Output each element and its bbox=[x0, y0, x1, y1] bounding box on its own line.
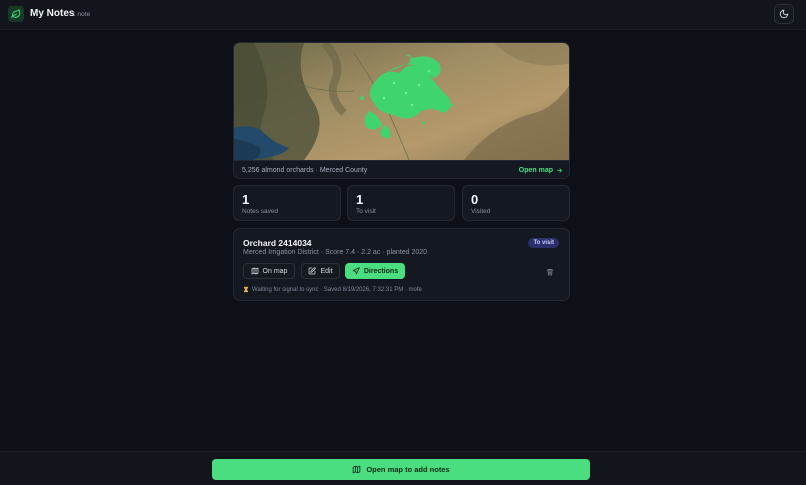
note-count: 1 note bbox=[72, 11, 91, 18]
stat-notes-saved: 1 Notes saved bbox=[233, 185, 341, 221]
navigation-icon bbox=[352, 267, 360, 275]
stat-value: 1 bbox=[356, 192, 364, 207]
stat-to-visit: 1 To visit bbox=[347, 185, 455, 221]
on-map-label: On map bbox=[262, 267, 288, 275]
note-meta: Merced Irrigation District · Score 7.4 ·… bbox=[243, 249, 428, 256]
open-map-label: Open map bbox=[518, 167, 553, 174]
delete-button[interactable] bbox=[545, 267, 555, 277]
map-icon bbox=[251, 267, 258, 275]
edit-label: Edit bbox=[320, 267, 333, 275]
on-map-button[interactable]: On map bbox=[243, 263, 295, 279]
page-title: My Notes bbox=[30, 8, 75, 19]
open-map-add-notes-label: Open map to add notes bbox=[366, 465, 450, 474]
edit-icon bbox=[309, 267, 317, 275]
arrow-right-icon bbox=[557, 168, 562, 173]
map-icon bbox=[353, 465, 361, 474]
leaf-icon bbox=[8, 6, 24, 22]
theme-toggle-button[interactable] bbox=[774, 4, 794, 24]
map-preview-card[interactable]: 5,256 almond orchards · Merced County Op… bbox=[233, 42, 570, 179]
moon-icon bbox=[779, 9, 789, 19]
trash-icon bbox=[546, 268, 554, 276]
map-caption: 5,256 almond orchards · Merced County bbox=[242, 167, 368, 174]
map-footer: 5,256 almond orchards · Merced County Op… bbox=[234, 160, 569, 178]
hourglass-icon bbox=[244, 286, 248, 293]
sync-status: Waiting for signal to sync · Saved 8/19/… bbox=[243, 286, 422, 293]
status-badge: To visit bbox=[528, 238, 559, 248]
open-map-link[interactable]: Open map bbox=[519, 167, 563, 174]
edit-button[interactable]: Edit bbox=[301, 263, 340, 279]
satellite-map-image bbox=[234, 43, 569, 160]
note-card: Orchard 2414034 Merced Irrigation Distri… bbox=[233, 228, 570, 301]
directions-label: Directions bbox=[363, 267, 399, 275]
stat-label: To visit bbox=[356, 208, 376, 215]
stat-visited: 0 Visited bbox=[462, 185, 570, 221]
stat-value: 1 bbox=[242, 192, 250, 207]
directions-button[interactable]: Directions bbox=[345, 263, 405, 279]
stat-value: 0 bbox=[471, 192, 479, 207]
bottom-bar: Open map to add notes bbox=[0, 451, 806, 485]
stat-label: Visited bbox=[471, 208, 491, 215]
sync-status-text: Waiting for signal to sync · Saved 8/19/… bbox=[252, 286, 422, 293]
note-title: Orchard 2414034 bbox=[243, 238, 312, 248]
stat-label: Notes saved bbox=[242, 208, 279, 215]
app-header: My Notes 1 note bbox=[0, 0, 806, 30]
open-map-add-notes-button[interactable]: Open map to add notes bbox=[212, 459, 590, 480]
